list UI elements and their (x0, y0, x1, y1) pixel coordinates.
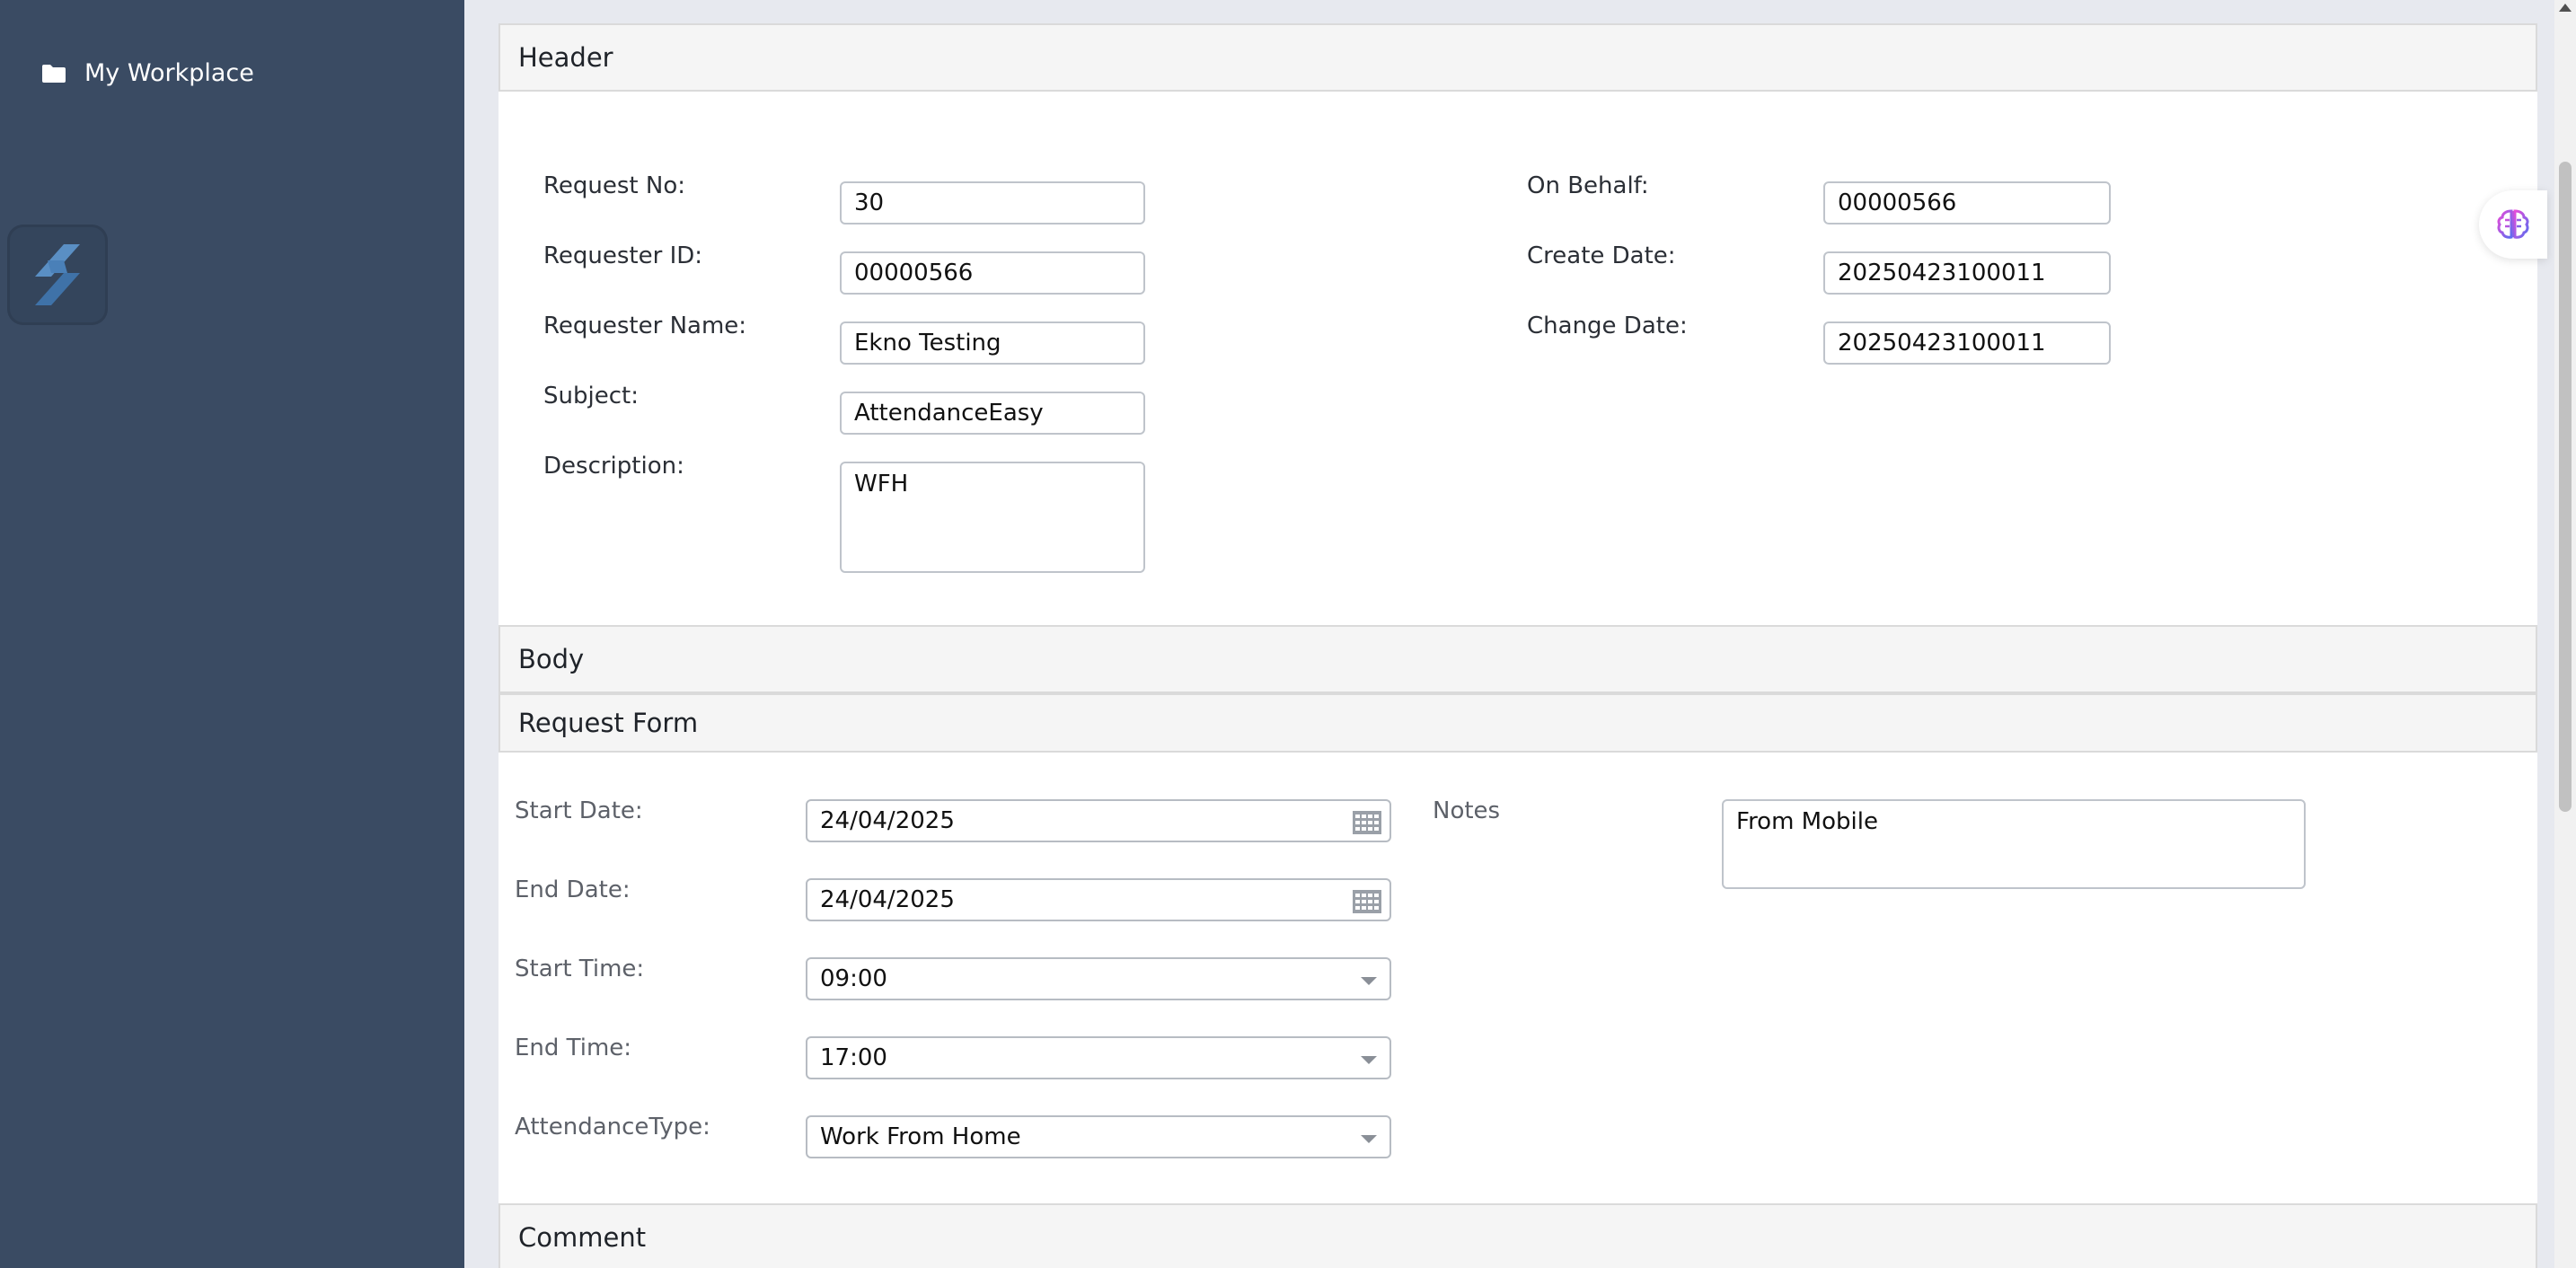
end-time-select[interactable]: 17:00 (806, 1036, 1391, 1079)
app-logo[interactable] (7, 225, 108, 325)
create-date-field[interactable]: 20250423100011 (1823, 251, 2111, 295)
section-comment-title[interactable]: Comment (498, 1203, 2537, 1268)
section-header-title[interactable]: Header (498, 23, 2537, 92)
requester-id-field[interactable]: 00000566 (840, 251, 1145, 295)
header-panel: Request No: 30 Requester ID: 00000566 Re… (498, 92, 2537, 625)
assistant-button[interactable] (2479, 190, 2547, 259)
attendance-type-label: AttendanceType: (515, 1114, 710, 1140)
vertical-scrollbar[interactable] (2554, 0, 2576, 1268)
chevron-down-icon (1361, 1135, 1377, 1143)
subject-label: Subject: (543, 383, 639, 409)
folder-icon (41, 64, 66, 84)
sidebar: My Workplace (0, 0, 464, 1268)
scrollbar-thumb[interactable] (2559, 162, 2572, 812)
on-behalf-label: On Behalf: (1527, 172, 1649, 199)
change-date-field[interactable]: 20250423100011 (1823, 321, 2111, 365)
scroll-up-arrow-icon[interactable] (2559, 4, 2572, 12)
chevron-down-icon (1361, 1056, 1377, 1064)
start-date-field[interactable]: 24/04/2025 (806, 799, 1391, 842)
notes-label: Notes (1433, 797, 1501, 824)
section-request-form-title[interactable]: Request Form (498, 693, 2537, 753)
app-logo-icon (35, 244, 80, 305)
section-title: Body (518, 644, 585, 674)
request-form-panel: Start Date: 24/04/2025 End Date: 24/04/2… (498, 753, 2537, 1203)
description-field[interactable]: WFH (840, 462, 1145, 573)
start-time-select[interactable]: 09:00 (806, 957, 1391, 1000)
attendance-type-select[interactable]: Work From Home (806, 1115, 1391, 1158)
brain-icon (2497, 209, 2529, 239)
change-date-label: Change Date: (1527, 313, 1688, 339)
end-time-label: End Time: (515, 1035, 632, 1061)
attendance-type-value: Work From Home (820, 1123, 1021, 1150)
end-date-value: 24/04/2025 (820, 886, 955, 913)
end-time-value: 17:00 (820, 1044, 887, 1071)
main-content: Header Request No: 30 Requester ID: 0000… (464, 0, 2554, 1268)
sidebar-item-label: My Workplace (84, 59, 254, 87)
end-date-field[interactable]: 24/04/2025 (806, 878, 1391, 921)
section-title: Comment (518, 1222, 647, 1253)
request-no-label: Request No: (543, 172, 685, 199)
section-title: Request Form (518, 708, 699, 738)
start-time-label: Start Time: (515, 955, 645, 982)
start-time-value: 09:00 (820, 965, 887, 992)
end-date-label: End Date: (515, 876, 631, 903)
create-date-label: Create Date: (1527, 242, 1676, 269)
subject-field[interactable]: AttendanceEasy (840, 392, 1145, 435)
requester-name-field[interactable]: Ekno Testing (840, 321, 1145, 365)
section-body-title[interactable]: Body (498, 625, 2537, 693)
calendar-icon[interactable] (1352, 810, 1382, 835)
sidebar-item-my-workplace[interactable]: My Workplace (41, 59, 254, 87)
on-behalf-field[interactable]: 00000566 (1823, 181, 2111, 225)
start-date-label: Start Date: (515, 797, 643, 824)
request-no-field[interactable]: 30 (840, 181, 1145, 225)
requester-id-label: Requester ID: (543, 242, 703, 269)
calendar-icon[interactable] (1352, 889, 1382, 914)
start-date-value: 24/04/2025 (820, 807, 955, 834)
notes-field[interactable]: From Mobile (1722, 799, 2306, 889)
description-label: Description: (543, 453, 684, 480)
chevron-down-icon (1361, 977, 1377, 985)
section-title: Header (518, 42, 613, 73)
requester-name-label: Requester Name: (543, 313, 747, 339)
